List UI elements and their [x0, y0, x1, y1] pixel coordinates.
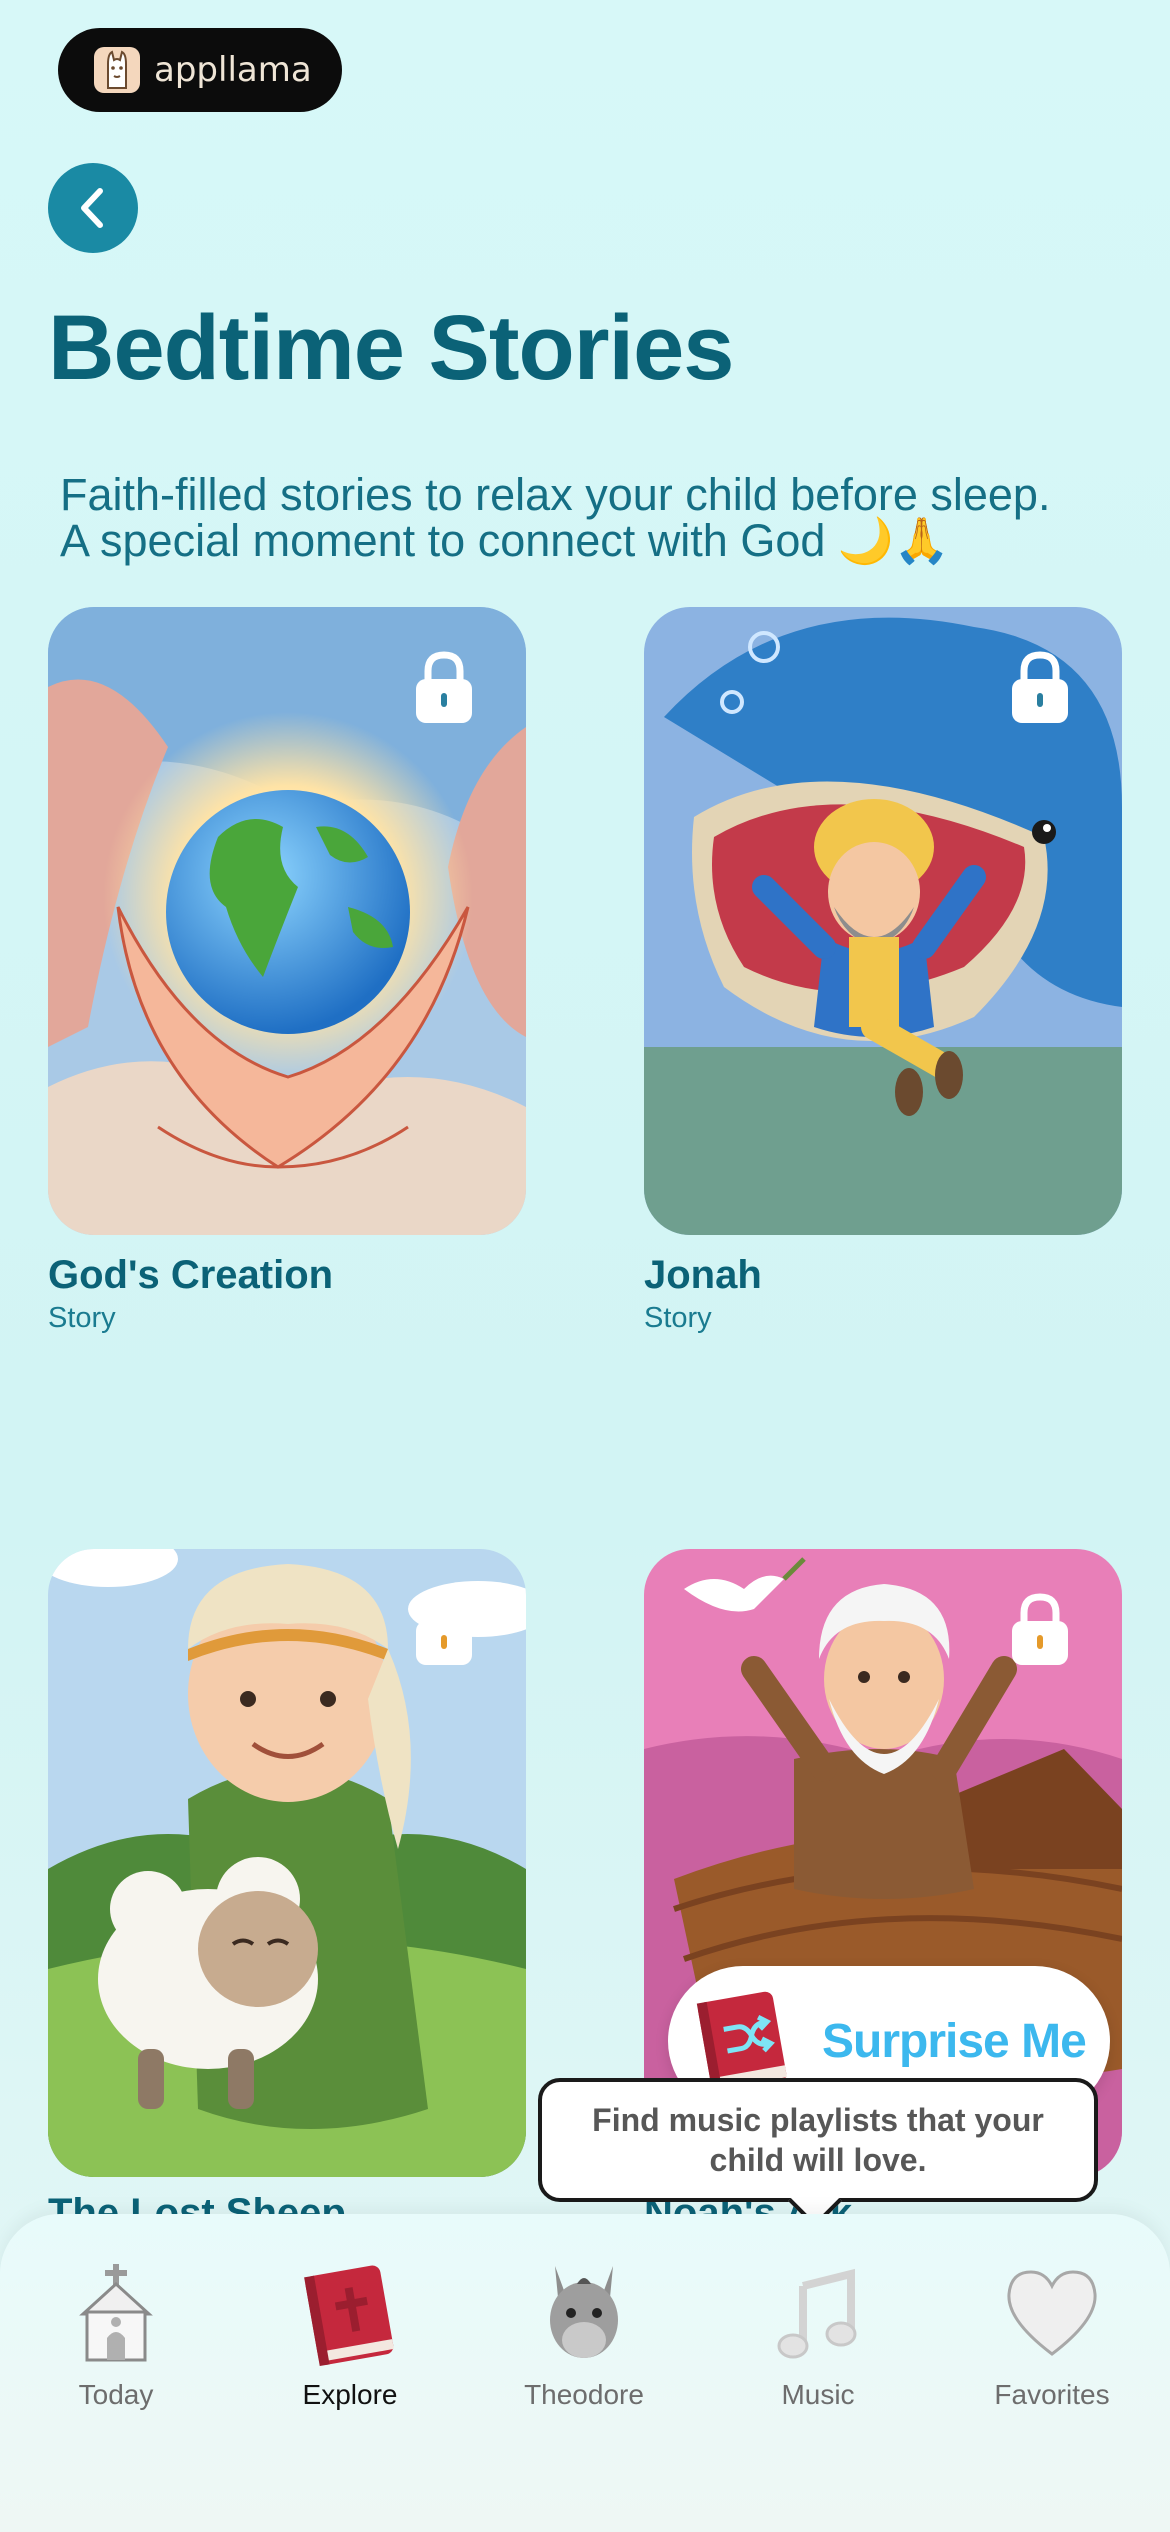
- story-artwork: [48, 607, 526, 1235]
- story-title: God's Creation: [48, 1253, 334, 1297]
- tooltip-text: Find music playlists that your child wil…: [592, 2102, 1044, 2178]
- tab-favorites[interactable]: Favorites: [952, 2258, 1152, 2411]
- tab-label: Today: [78, 2379, 154, 2410]
- tab-label: Music: [781, 2379, 855, 2410]
- back-button[interactable]: [48, 163, 138, 253]
- story-type: Story: [48, 1302, 116, 1334]
- story-card-lost-sheep[interactable]: The Lost Sheep: [48, 1549, 526, 2236]
- page-subtitle: Faith-filled stories to relax your child…: [60, 472, 1120, 564]
- brand-name: appllama: [154, 50, 312, 90]
- story-type: Story: [644, 1302, 712, 1334]
- tab-today[interactable]: Today: [16, 2258, 216, 2411]
- bottom-tab-bar: Today Explore Theodore Music Favorites: [0, 2214, 1170, 2532]
- tab-music[interactable]: Music: [718, 2258, 918, 2411]
- story-card-jonah[interactable]: Jonah Story: [644, 607, 1122, 1335]
- donkey-icon: [550, 2266, 618, 2358]
- subtitle-line-2: A special moment to connect with God 🌙🙏: [60, 515, 950, 566]
- brand-badge: appllama: [58, 28, 342, 112]
- story-title: Jonah: [644, 1253, 762, 1297]
- tab-label: Favorites: [994, 2379, 1110, 2410]
- lock-icon: [416, 1593, 472, 1665]
- heart-icon: [1007, 2270, 1097, 2356]
- lock-icon: [1012, 1593, 1068, 1665]
- subtitle-line-1: Faith-filled stories to relax your child…: [60, 469, 1051, 520]
- llama-icon: [94, 47, 140, 93]
- story-artwork: [48, 1549, 526, 2177]
- tab-label: Explore: [302, 2379, 398, 2410]
- music-tooltip: Find music playlists that your child wil…: [538, 2078, 1098, 2228]
- tab-theodore[interactable]: Theodore: [484, 2258, 684, 2411]
- page-title: Bedtime Stories: [48, 297, 734, 399]
- music-note-icon: [777, 2268, 857, 2359]
- chevron-left-icon: [81, 188, 103, 228]
- lock-icon: [416, 651, 472, 723]
- story-card-gods-creation[interactable]: God's Creation Story: [48, 607, 526, 1335]
- tab-explore[interactable]: Explore: [250, 2258, 450, 2411]
- lock-icon: [1012, 651, 1068, 723]
- tab-label: Theodore: [524, 2379, 644, 2410]
- story-artwork: [644, 607, 1122, 1235]
- surprise-me-label: Surprise Me: [822, 2014, 1087, 2068]
- bible-icon: [304, 2265, 394, 2367]
- church-icon: [79, 2264, 153, 2362]
